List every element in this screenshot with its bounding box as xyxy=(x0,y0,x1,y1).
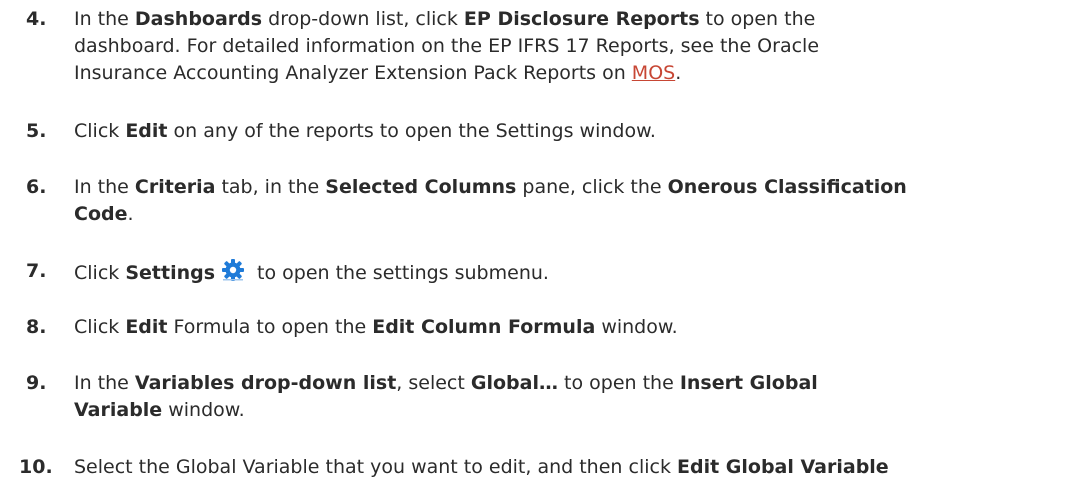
step-text: In the Variables drop-down list, select … xyxy=(74,372,818,421)
menu-name: Dashboards xyxy=(134,8,263,30)
step-text: Click Edit on any of the reports to open… xyxy=(74,120,656,142)
mos-link[interactable]: MOS xyxy=(632,62,675,84)
step-text: Click Edit Formula to open the Edit Colu… xyxy=(74,316,678,338)
step-text: Select the Global Variable that you want… xyxy=(74,456,889,478)
step-number: 8. xyxy=(26,316,47,338)
step-number: 5. xyxy=(26,120,47,142)
step-number: 9. xyxy=(26,372,47,394)
gear-icon xyxy=(221,258,245,282)
step-number: 4. xyxy=(26,8,47,30)
step-text: In the Dashboards drop-down list, click … xyxy=(74,8,820,84)
step-text: Click Settings to open the settings subm… xyxy=(74,258,1054,287)
dashboard-name: EP Disclosure Reports xyxy=(463,8,700,30)
step-number: 7. xyxy=(26,260,47,282)
step-number: 10. xyxy=(19,456,53,478)
step-text: In the Criteria tab, in the Selected Col… xyxy=(74,176,907,225)
step-number: 6. xyxy=(26,176,47,198)
